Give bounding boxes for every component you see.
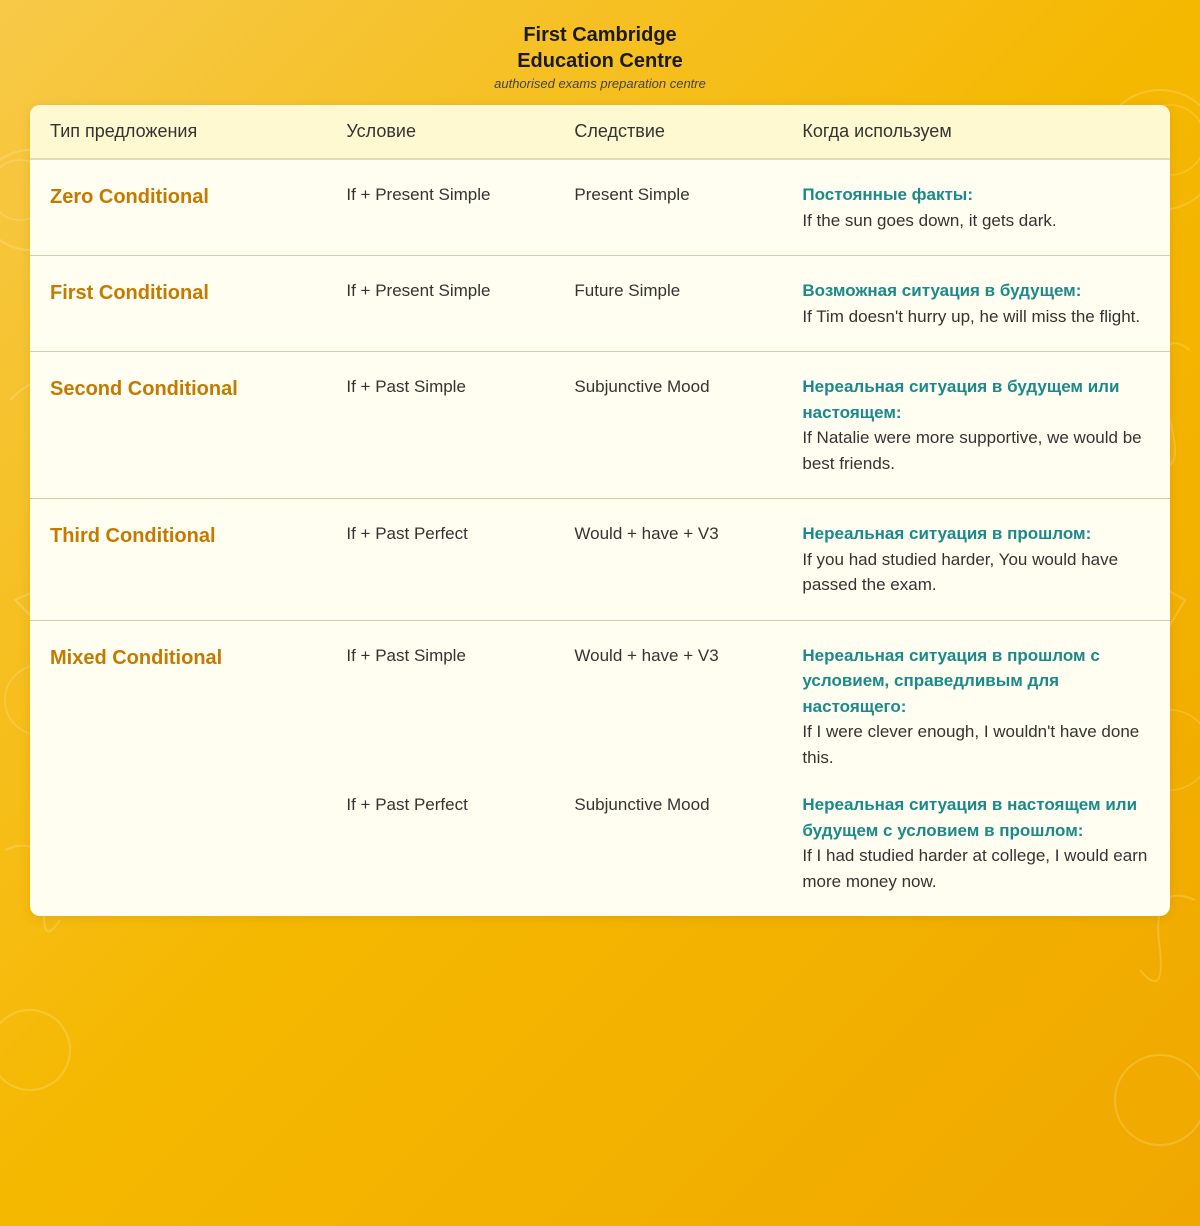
row-when: Нереальная ситуация в прошлом: If you had… [782,499,1170,621]
row-type: First Conditional [30,256,326,352]
sub-when-bold-text: Нереальная ситуация в настоящем или буду… [802,795,1137,840]
row-condition: If + Past Perfect [326,499,554,621]
when-example-text: If you had studied harder, You would hav… [802,550,1118,595]
row-condition: If + Present Simple [326,256,554,352]
when-bold-text: Нереальная ситуация в прошлом с условием… [802,646,1099,716]
sub-row-condition: If + Past Perfect [326,792,554,916]
table-row: Mixed Conditional If + Past SimpleWould +… [30,620,1170,792]
type-label: Mixed Conditional [50,647,222,669]
when-bold-text: Постоянные факты: [802,185,973,204]
header-subtitle: authorised exams preparation centre [494,76,706,91]
type-label: Second Conditional [50,378,238,400]
when-bold-text: Возможная ситуация в будущем: [802,281,1081,300]
row-type: Mixed Conditional [30,620,326,916]
when-example-text: If the sun goes down, it gets dark. [802,211,1056,230]
type-label: Zero Conditional [50,186,209,208]
type-label: Third Conditional [50,525,216,547]
sub-when-example-text: If I had studied harder at college, I wo… [802,846,1147,891]
row-condition: If + Past Simple [326,620,554,792]
col-header-when: Когда используем [782,105,1170,159]
col-header-consequence: Следствие [554,105,782,159]
when-example-text: If Natalie were more supportive, we woul… [802,428,1141,473]
table-body: Zero Conditional If + Present SimplePrese… [30,159,1170,916]
page-header: First Cambridge Education Centre authori… [494,0,706,105]
when-bold-text: Нереальная ситуация в будущем или настоя… [802,377,1119,422]
col-header-type: Тип предложения [30,105,326,159]
row-condition: If + Present Simple [326,159,554,256]
sub-row-consequence: Subjunctive Mood [554,792,782,916]
sub-row-when: Нереальная ситуация в настоящем или буду… [782,792,1170,916]
row-consequence: Subjunctive Mood [554,352,782,499]
col-header-condition: Условие [326,105,554,159]
row-when: Нереальная ситуация в прошлом с условием… [782,620,1170,792]
header-title: First Cambridge Education Centre [494,22,706,74]
when-example-text: If Tim doesn't hurry up, he will miss th… [802,307,1140,326]
row-type: Zero Conditional [30,159,326,256]
type-label: First Conditional [50,282,209,304]
row-consequence: Present Simple [554,159,782,256]
row-consequence: Would + have + V3 [554,620,782,792]
row-type: Second Conditional [30,352,326,499]
row-when: Возможная ситуация в будущем: If Tim does… [782,256,1170,352]
row-type: Third Conditional [30,499,326,621]
table-row: First Conditional If + Present SimpleFutu… [30,256,1170,352]
row-when: Постоянные факты: If the sun goes down, i… [782,159,1170,256]
table-header-row: Тип предложения Условие Следствие Когда … [30,105,1170,159]
row-condition: If + Past Simple [326,352,554,499]
row-consequence: Would + have + V3 [554,499,782,621]
when-example-text: If I were clever enough, I wouldn't have… [802,722,1139,767]
table-row: Zero Conditional If + Present SimplePrese… [30,159,1170,256]
row-consequence: Future Simple [554,256,782,352]
table-row: Second Conditional If + Past SimpleSubjun… [30,352,1170,499]
row-when: Нереальная ситуация в будущем или настоя… [782,352,1170,499]
conditionals-table: Тип предложения Условие Следствие Когда … [30,105,1170,916]
conditionals-table-container: Тип предложения Условие Следствие Когда … [30,105,1170,916]
table-row: Third Conditional If + Past PerfectWould … [30,499,1170,621]
when-bold-text: Нереальная ситуация в прошлом: [802,524,1091,543]
